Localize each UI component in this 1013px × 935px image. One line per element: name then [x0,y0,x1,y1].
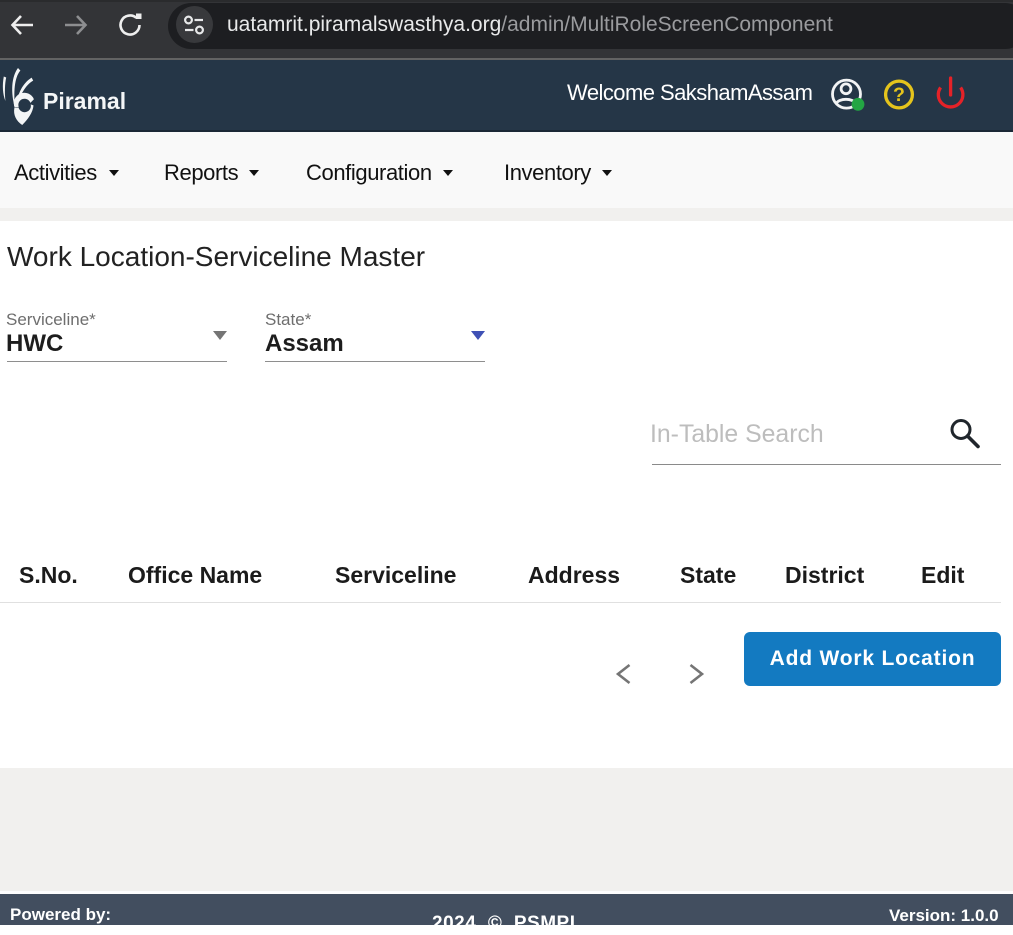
svg-text:?: ? [893,84,905,106]
